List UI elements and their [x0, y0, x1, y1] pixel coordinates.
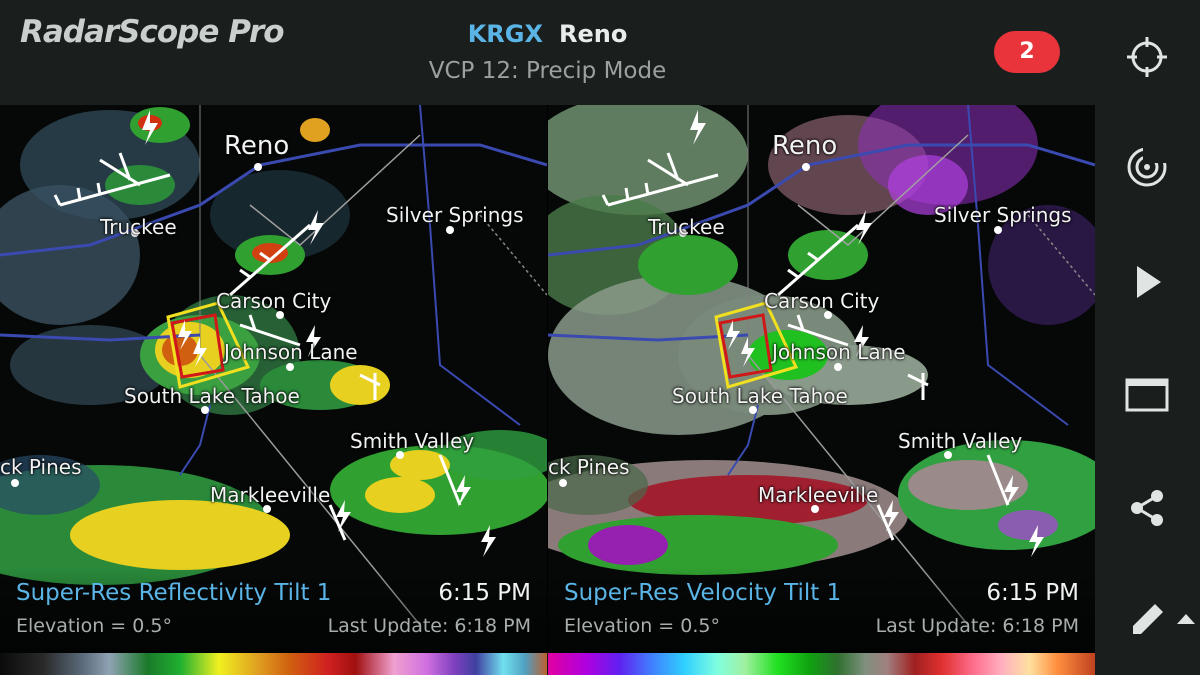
product-time: 6:15 PM: [438, 580, 531, 606]
map-label-reno: Reno: [224, 131, 290, 161]
map-label-south-lake-tahoe: South Lake Tahoe: [672, 384, 848, 408]
map-label-silver-springs: Silver Springs: [934, 203, 1072, 227]
map-label-truckee: Truckee: [100, 215, 177, 239]
crosshair-icon: [1127, 37, 1167, 77]
site-code[interactable]: KRGX: [468, 20, 543, 48]
expand-up-icon[interactable]: [1175, 612, 1197, 626]
map-label-truckee: Truckee: [648, 215, 725, 239]
share-icon: [1131, 490, 1163, 526]
map-label-johnson-lane: Johnson Lane: [772, 340, 906, 364]
map-label-carson-city: Carson City: [216, 289, 332, 313]
map-label-markleeville: Markleeville: [210, 483, 331, 507]
map-label-pines: ck Pines: [548, 455, 630, 479]
reflectivity-panel[interactable]: Reno Truckee Silver Springs Carson City …: [0, 105, 547, 653]
product-name[interactable]: Super-Res Velocity Tilt 1: [564, 580, 841, 606]
right-toolbar: [1095, 0, 1200, 675]
layout-button[interactable]: [1117, 365, 1177, 425]
map-label-silver-springs: Silver Springs: [386, 203, 524, 227]
velocity-color-scale: [548, 653, 1095, 675]
elevation-text: Elevation = 0.5°: [16, 615, 172, 637]
last-update-text: Last Update: 6:18 PM: [327, 615, 531, 637]
map-label-reno: Reno: [772, 131, 838, 161]
product-name[interactable]: Super-Res Reflectivity Tilt 1: [16, 580, 331, 606]
map-label-carson-city: Carson City: [764, 289, 880, 313]
velocity-panel[interactable]: Reno Truckee Silver Springs Carson City …: [548, 105, 1095, 653]
draw-button[interactable]: [1117, 590, 1177, 650]
share-button[interactable]: [1117, 478, 1177, 538]
map-label-pines: ck Pines: [0, 455, 82, 479]
alert-count-badge[interactable]: 2: [994, 31, 1060, 73]
map-label-smith-valley: Smith Valley: [350, 429, 475, 453]
site-name[interactable]: Reno: [559, 20, 627, 48]
window-icon: [1125, 378, 1169, 412]
vcp-mode: VCP 12: Precip Mode: [428, 58, 667, 84]
radar-icon: [1127, 145, 1169, 187]
pencil-icon: [1133, 604, 1163, 634]
last-update-text: Last Update: 6:18 PM: [875, 615, 1079, 637]
top-bar: RadarScope Pro KRGX Reno VCP 12: Precip M…: [0, 0, 1095, 105]
elevation-text: Elevation = 0.5°: [564, 615, 720, 637]
play-icon: [1137, 266, 1161, 298]
radar-site-selector[interactable]: KRGX Reno: [0, 20, 1095, 48]
reflectivity-color-scale: [0, 653, 547, 675]
map-label-smith-valley: Smith Valley: [898, 429, 1023, 453]
locate-button[interactable]: [1117, 27, 1177, 87]
radar-products-button[interactable]: [1117, 137, 1177, 197]
map-label-south-lake-tahoe: South Lake Tahoe: [124, 384, 300, 408]
map-label-johnson-lane: Johnson Lane: [224, 340, 358, 364]
map-label-markleeville: Markleeville: [758, 483, 879, 507]
product-time: 6:15 PM: [986, 580, 1079, 606]
play-button[interactable]: [1117, 252, 1177, 312]
